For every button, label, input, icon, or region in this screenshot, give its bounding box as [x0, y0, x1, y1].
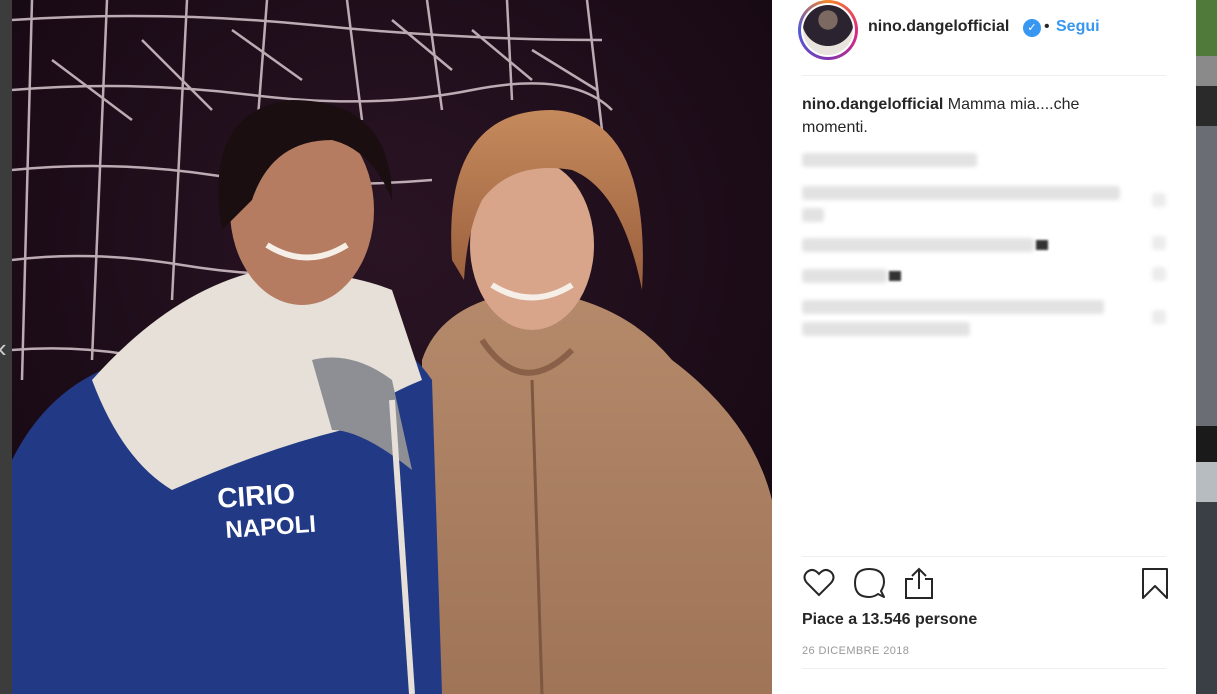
post-info-panel: nino.dangelofficial ✓ • Segui nino.dange…: [772, 0, 1196, 694]
post-caption: nino.dangelofficial Mamma mia....che mom…: [802, 93, 1142, 139]
action-bar: [802, 566, 1168, 604]
avatar[interactable]: [798, 0, 858, 60]
header-separator: •: [1044, 18, 1050, 35]
post-header: nino.dangelofficial ✓ • Segui: [772, 0, 1196, 76]
modal-backdrop-right: [1196, 0, 1217, 694]
post-photo[interactable]: CIRIO NAPOLI: [12, 0, 772, 694]
follow-button[interactable]: Segui: [1056, 18, 1100, 36]
bottom-divider: [802, 668, 1166, 669]
actions-divider: [802, 556, 1166, 557]
jersey-text-line1: CIRIO: [216, 478, 296, 514]
comment-icon[interactable]: [852, 566, 886, 600]
caption-username-link[interactable]: nino.dangelofficial: [802, 96, 943, 113]
likes-count[interactable]: Piace a 13.546 persone: [802, 611, 977, 629]
verified-check-icon: ✓: [1023, 19, 1041, 37]
share-icon[interactable]: [902, 566, 936, 600]
bookmark-icon[interactable]: [1138, 566, 1172, 600]
post-date[interactable]: 26 DICEMBRE 2018: [802, 645, 909, 657]
header-username-link[interactable]: nino.dangelofficial: [868, 18, 1009, 36]
heart-icon[interactable]: [802, 566, 836, 600]
header-divider: [802, 75, 1166, 76]
previous-post-chevron-icon[interactable]: ‹: [0, 335, 7, 361]
